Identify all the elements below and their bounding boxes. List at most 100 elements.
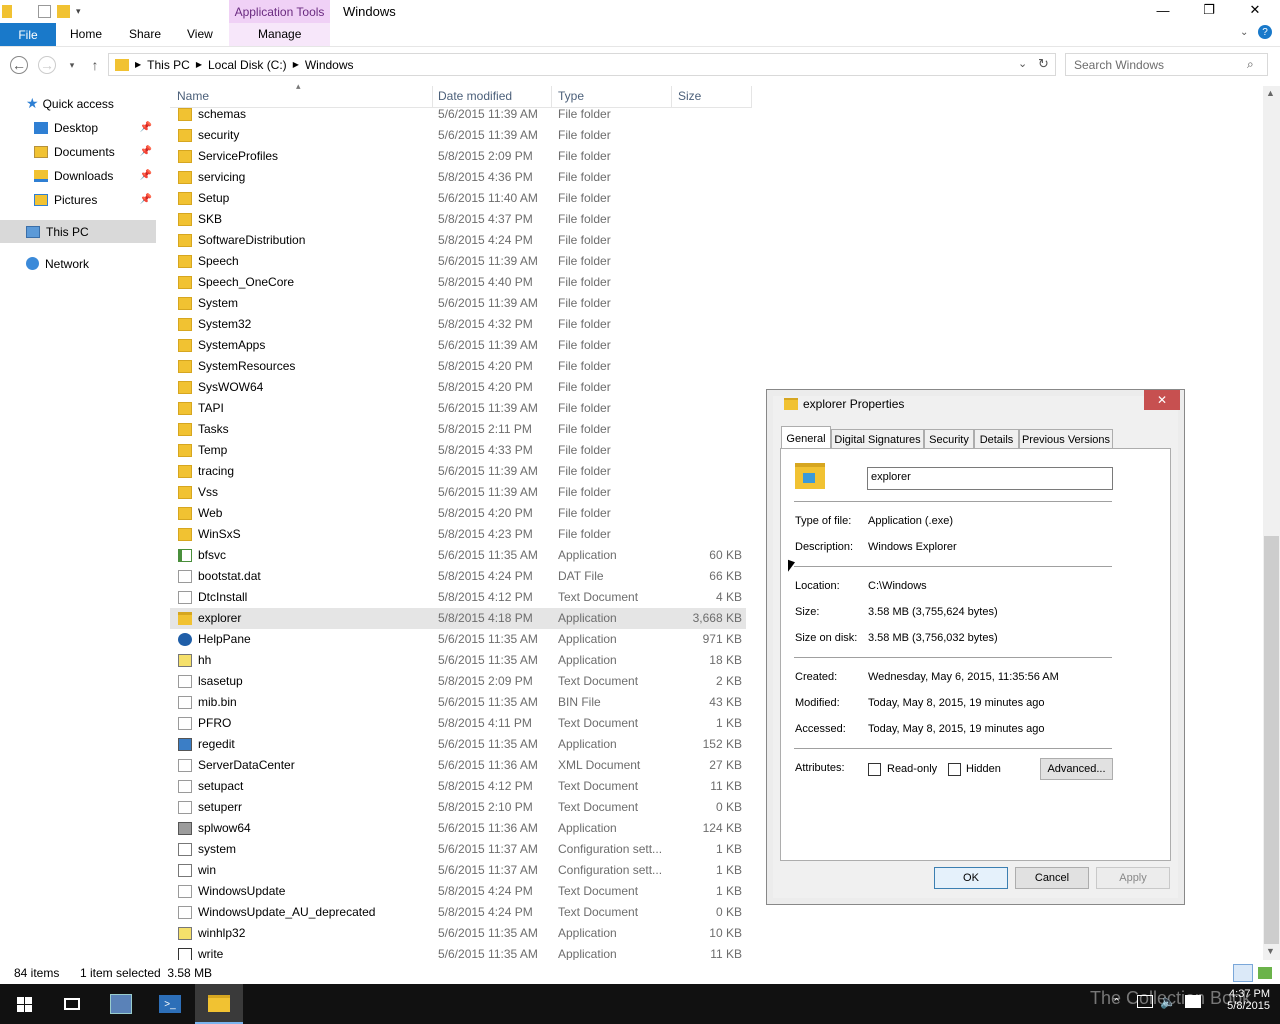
file-row[interactable]: splwow64 5/6/2015 11:36 AM Application 124 …: [170, 818, 746, 839]
tab-digital-signatures[interactable]: Digital Signatures: [831, 429, 924, 449]
column-type[interactable]: Type: [558, 89, 584, 103]
tab-view[interactable]: View: [187, 23, 213, 46]
large-icons-view-icon[interactable]: [1258, 967, 1272, 979]
file-row[interactable]: win 5/6/2015 11:37 AM Configuration sett..…: [170, 860, 746, 881]
pin-icon[interactable]: 📌: [140, 170, 152, 181]
nav-network[interactable]: Network: [0, 252, 156, 275]
file-row[interactable]: hh 5/6/2015 11:35 AM Application 18 KB: [170, 650, 746, 671]
file-row[interactable]: winhlp32 5/6/2015 11:35 AM Application 10 K…: [170, 923, 746, 944]
nav-item-pictures[interactable]: Pictures 📌: [0, 188, 156, 211]
breadcrumb-this-pc[interactable]: This PC: [147, 58, 190, 72]
minimize-button[interactable]: —: [1140, 0, 1186, 20]
volume-icon[interactable]: 🔈: [1160, 994, 1176, 1010]
back-button[interactable]: ←: [10, 56, 28, 74]
details-view-icon[interactable]: [1233, 964, 1253, 982]
dialog-close-button[interactable]: ✕: [1144, 390, 1180, 410]
network-tray-icon[interactable]: [1137, 995, 1153, 1008]
file-row[interactable]: Speech_OneCore 5/8/2015 4:40 PM File folde…: [170, 272, 746, 293]
notifications-icon[interactable]: [1185, 995, 1201, 1008]
file-row[interactable]: tracing 5/6/2015 11:39 AM File folder: [170, 461, 746, 482]
cancel-button[interactable]: Cancel: [1015, 867, 1089, 889]
clock[interactable]: 4:37 PM 5/8/2015: [1214, 988, 1270, 1012]
file-row[interactable]: regedit 5/6/2015 11:35 AM Application 152 K…: [170, 734, 746, 755]
pin-icon[interactable]: 📌: [140, 122, 152, 133]
pin-icon[interactable]: 📌: [140, 194, 152, 205]
ok-button[interactable]: OK: [934, 867, 1008, 889]
task-view-button[interactable]: [48, 984, 96, 1024]
tab-manage[interactable]: Manage: [258, 23, 301, 46]
file-row[interactable]: SKB 5/8/2015 4:37 PM File folder: [170, 209, 746, 230]
nav-quick-access[interactable]: ★ Quick access: [0, 92, 156, 115]
file-row[interactable]: servicing 5/8/2015 4:36 PM File folder: [170, 167, 746, 188]
file-row[interactable]: Temp 5/8/2015 4:33 PM File folder: [170, 440, 746, 461]
file-row[interactable]: WindowsUpdate 5/8/2015 4:24 PM Text Docume…: [170, 881, 746, 902]
customize-qat-icon[interactable]: ▾: [76, 6, 81, 17]
up-button[interactable]: ↑: [86, 56, 104, 74]
search-icon[interactable]: ⌕: [1247, 57, 1254, 72]
file-row[interactable]: ServerDataCenter 5/6/2015 11:36 AM XML Doc…: [170, 755, 746, 776]
file-row[interactable]: ServiceProfiles 5/8/2015 2:09 PM File fold…: [170, 146, 746, 167]
file-row[interactable]: SystemApps 5/6/2015 11:39 AM File folder: [170, 335, 746, 356]
tab-security[interactable]: Security: [924, 429, 974, 449]
file-row[interactable]: SoftwareDistribution 5/8/2015 4:24 PM File…: [170, 230, 746, 251]
file-row[interactable]: Tasks 5/8/2015 2:11 PM File folder: [170, 419, 746, 440]
column-name[interactable]: Name: [177, 89, 209, 103]
chevron-right-icon[interactable]: ▶: [293, 60, 299, 69]
tab-previous-versions[interactable]: Previous Versions: [1019, 429, 1113, 449]
chevron-right-icon[interactable]: ▶: [196, 60, 202, 69]
file-row[interactable]: Setup 5/6/2015 11:40 AM File folder: [170, 188, 746, 209]
file-row[interactable]: lsasetup 5/8/2015 2:09 PM Text Document 2 K…: [170, 671, 746, 692]
address-dropdown-icon[interactable]: ⌄: [1018, 57, 1027, 70]
file-row[interactable]: DtcInstall 5/8/2015 4:12 PM Text Document 4…: [170, 587, 746, 608]
breadcrumb-windows[interactable]: Windows: [305, 58, 354, 72]
column-size[interactable]: Size: [678, 89, 701, 103]
file-row[interactable]: explorer 5/8/2015 4:18 PM Application 3,668…: [170, 608, 746, 629]
taskbar-server-manager[interactable]: [97, 984, 145, 1024]
file-row[interactable]: setupact 5/8/2015 4:12 PM Text Document 11 …: [170, 776, 746, 797]
file-tab[interactable]: File: [0, 23, 56, 46]
file-row[interactable]: bootstat.dat 5/8/2015 4:24 PM DAT File 66 K…: [170, 566, 746, 587]
nav-this-pc[interactable]: This PC: [0, 220, 156, 243]
file-row[interactable]: Vss 5/6/2015 11:39 AM File folder: [170, 482, 746, 503]
file-row[interactable]: security 5/6/2015 11:39 AM File folder: [170, 125, 746, 146]
file-row[interactable]: setuperr 5/8/2015 2:10 PM Text Document 0 K…: [170, 797, 746, 818]
show-hidden-icons[interactable]: ⌃: [1112, 996, 1121, 1009]
column-date-modified[interactable]: Date modified: [438, 89, 512, 103]
file-row[interactable]: HelpPane 5/6/2015 11:35 AM Application 971 …: [170, 629, 746, 650]
file-row[interactable]: WinSxS 5/8/2015 4:23 PM File folder: [170, 524, 746, 545]
nav-item-documents[interactable]: Documents 📌: [0, 140, 156, 163]
search-input[interactable]: Search Windows: [1065, 53, 1268, 76]
file-row[interactable]: bfsvc 5/6/2015 11:35 AM Application 60 KB: [170, 545, 746, 566]
tab-details[interactable]: Details: [974, 429, 1019, 449]
file-row[interactable]: PFRO 5/8/2015 4:11 PM Text Document 1 KB: [170, 713, 746, 734]
hidden-checkbox[interactable]: [948, 763, 961, 776]
readonly-checkbox[interactable]: [868, 763, 881, 776]
file-row[interactable]: TAPI 5/6/2015 11:39 AM File folder: [170, 398, 746, 419]
file-row[interactable]: system 5/6/2015 11:37 AM Configuration set…: [170, 839, 746, 860]
readonly-label[interactable]: Read-only: [887, 763, 937, 775]
maximize-button[interactable]: ❐: [1186, 0, 1232, 20]
apply-button[interactable]: Apply: [1096, 867, 1170, 889]
chevron-right-icon[interactable]: ▶: [135, 60, 141, 69]
advanced-button[interactable]: Advanced...: [1040, 758, 1113, 780]
file-row[interactable]: SysWOW64 5/8/2015 4:20 PM File folder: [170, 377, 746, 398]
new-folder-icon[interactable]: [57, 5, 70, 18]
recent-locations-icon[interactable]: ▾: [63, 56, 81, 74]
file-row[interactable]: schemas 5/6/2015 11:39 AM File folder: [170, 108, 746, 125]
refresh-icon[interactable]: ↻: [1038, 56, 1049, 72]
pin-icon[interactable]: 📌: [140, 146, 152, 157]
tab-home[interactable]: Home: [70, 23, 102, 46]
taskbar-powershell[interactable]: >_: [146, 984, 194, 1024]
properties-icon[interactable]: [38, 5, 51, 18]
file-row[interactable]: write 5/6/2015 11:35 AM Application 11 KB: [170, 944, 746, 960]
nav-item-downloads[interactable]: Downloads 📌: [0, 164, 156, 187]
help-icon[interactable]: ?: [1258, 25, 1272, 39]
filename-input[interactable]: explorer: [867, 467, 1113, 490]
file-row[interactable]: mib.bin 5/6/2015 11:35 AM BIN File 43 KB: [170, 692, 746, 713]
close-button[interactable]: ✕: [1232, 0, 1278, 20]
scrollbar-thumb[interactable]: [1264, 536, 1279, 944]
file-row[interactable]: WindowsUpdate_AU_deprecated 5/8/2015 4:24…: [170, 902, 746, 923]
file-row[interactable]: Speech 5/6/2015 11:39 AM File folder: [170, 251, 746, 272]
forward-button[interactable]: →: [38, 56, 56, 74]
file-row[interactable]: SystemResources 5/8/2015 4:20 PM File fold…: [170, 356, 746, 377]
